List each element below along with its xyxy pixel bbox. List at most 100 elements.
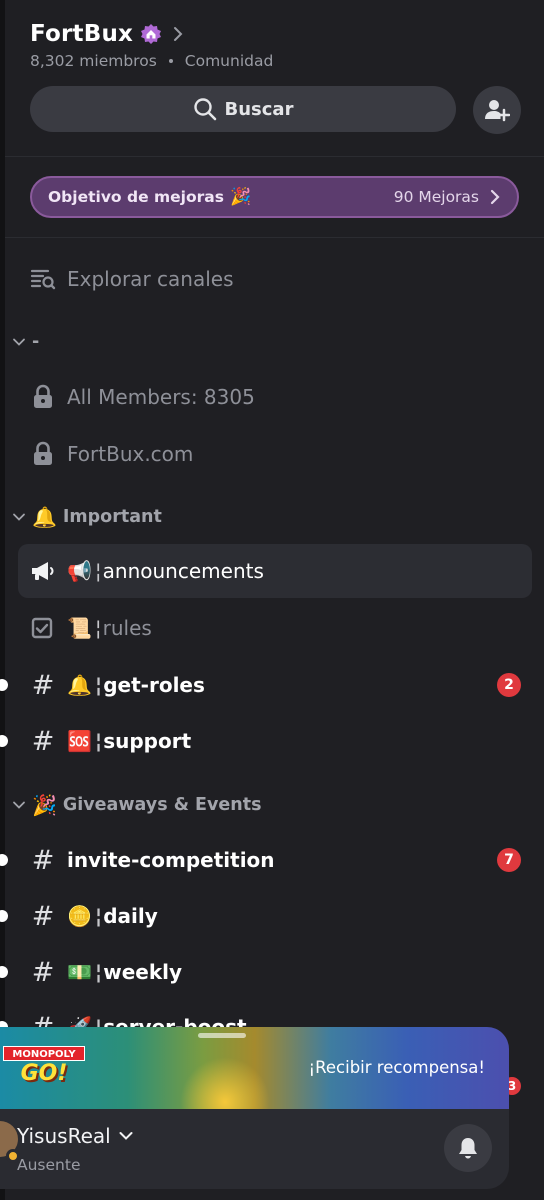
channel-weekly[interactable]: # 💵 ¦weekly <box>0 948 544 996</box>
channel-name: All Members: 8305 <box>67 385 255 409</box>
channel-support[interactable]: # 🆘 ¦support <box>0 717 544 765</box>
loudspeaker-emoji-icon: 📢 <box>67 559 92 583</box>
boost-goal-label: Objetivo de mejoras <box>48 188 224 206</box>
chevron-down-icon <box>13 338 25 346</box>
channel-separator: ¦ <box>94 960 103 984</box>
meta-separator-dot <box>168 59 173 63</box>
notifications-button[interactable] <box>444 1124 492 1172</box>
bell-emoji-icon: 🔔 <box>67 673 92 697</box>
server-type: Comunidad <box>184 52 274 70</box>
channel-name: 🚀 ¦server-boost <box>67 1015 247 1027</box>
unread-indicator <box>0 735 8 747</box>
server-header[interactable]: FortBux 8,302 miembros Comunidad <box>30 18 524 70</box>
category-important[interactable]: 🔔 Important <box>12 503 162 531</box>
channel-separator: ¦ <box>94 729 103 753</box>
user-panel: YisusReal Ausente <box>0 1109 509 1189</box>
channel-name: 📜 ¦rules <box>67 616 152 640</box>
channel-name: 💵 ¦weekly <box>67 960 182 984</box>
category-dash[interactable]: - <box>12 328 39 356</box>
channel-server-boost-clip: # 🚀¦server-boost <box>0 1013 544 1027</box>
ad-cta-label[interactable]: ¡Recibir recompensa! <box>309 1058 485 1077</box>
hashtag-icon: # <box>31 669 55 701</box>
drag-handle[interactable] <box>198 1033 246 1038</box>
lock-icon <box>30 441 56 467</box>
boost-badge-icon <box>141 24 162 44</box>
chevron-right-icon <box>174 27 183 41</box>
invite-members-button[interactable] <box>473 86 521 134</box>
channel-label: daily <box>103 904 158 928</box>
channel-separator: ¦ <box>94 616 102 640</box>
channel-get-roles[interactable]: # 🔔 ¦get-roles 2 <box>0 661 544 709</box>
unread-indicator <box>0 679 8 691</box>
channel-label: weekly <box>103 960 183 984</box>
member-count: 8,302 miembros <box>30 52 157 70</box>
hashtag-icon: # <box>30 1014 56 1028</box>
coin-emoji-icon: 🪙 <box>67 904 92 928</box>
unread-indicator <box>0 910 8 922</box>
category-label: Important <box>62 507 162 527</box>
channel-name: 🔔 ¦get-roles <box>67 673 205 697</box>
server-name[interactable]: FortBux <box>30 21 133 47</box>
channel-separator: ¦ <box>94 904 103 928</box>
channel-name: 🪙 ¦daily <box>67 904 158 928</box>
category-giveaways[interactable]: 🎉 Giveaways & Events <box>12 791 262 819</box>
channel-daily[interactable]: # 🪙 ¦daily <box>0 892 544 940</box>
channel-label: invite-competition <box>67 848 275 872</box>
browse-channels-row[interactable]: Explorar canales <box>0 255 544 303</box>
ad-banner[interactable]: MONOPOLY GO! ¡Recibir recompensa! <box>0 1027 509 1111</box>
channel-label: support <box>103 729 192 753</box>
channel-invite-competition[interactable]: # invite-competition 7 <box>0 836 544 884</box>
channel-label: rules <box>102 616 152 640</box>
channel-label: announcements <box>102 559 264 583</box>
logo-bottom-text: GO! <box>20 1061 68 1086</box>
monopoly-go-logo: MONOPOLY GO! <box>3 1046 85 1088</box>
boost-count: 90 Mejoras <box>393 188 479 206</box>
channel-label: get-roles <box>103 673 205 697</box>
channel-separator: ¦ <box>94 673 103 697</box>
party-popper-icon: 🎉 <box>229 187 252 207</box>
channel-rules[interactable]: 📜 ¦rules <box>0 604 544 652</box>
boost-goal-bar[interactable]: Objetivo de mejoras 🎉 90 Mejoras <box>30 176 519 218</box>
boost-divider <box>5 237 544 238</box>
bell-emoji-icon: 🔔 <box>32 505 57 529</box>
hashtag-icon: # <box>31 725 55 757</box>
category-label: Giveaways & Events <box>62 795 262 815</box>
browse-channels-label: Explorar canales <box>67 267 234 291</box>
rocket-emoji-icon: 🚀 <box>67 1015 92 1027</box>
mention-badge: 7 <box>497 848 521 872</box>
money-emoji-icon: 💵 <box>67 960 92 984</box>
scroll-emoji-icon: 📜 <box>67 616 92 640</box>
party-popper-icon: 🎉 <box>32 793 57 817</box>
channel-name: 🆘 ¦support <box>67 729 191 753</box>
channel-announcements[interactable]: 📢 ¦announcements <box>18 544 532 598</box>
user-status: Ausente <box>17 1156 81 1174</box>
chevron-down-icon <box>13 513 25 521</box>
channel-all-members[interactable]: All Members: 8305 <box>0 373 544 421</box>
chevron-right-icon <box>490 189 500 205</box>
add-user-icon <box>485 100 510 122</box>
ad-glow <box>180 1057 270 1111</box>
username-button[interactable]: YisusReal <box>17 1124 133 1148</box>
hashtag-icon: # <box>31 844 55 876</box>
search-button[interactable]: Buscar <box>30 86 456 132</box>
channel-name: FortBux.com <box>67 442 194 466</box>
browse-channels-icon <box>30 266 56 292</box>
channel-server-boost[interactable]: # 🚀¦server-boost <box>0 1013 544 1027</box>
channel-fortbux-com[interactable]: FortBux.com <box>0 430 544 478</box>
hashtag-icon: # <box>31 900 55 932</box>
channel-separator: ¦ <box>94 559 102 583</box>
username: YisusReal <box>17 1124 111 1148</box>
rules-channel-icon <box>30 615 56 641</box>
chevron-down-icon <box>13 801 25 809</box>
lock-icon <box>30 384 56 410</box>
channel-name: 📢 ¦announcements <box>67 559 264 583</box>
bell-icon <box>459 1138 477 1159</box>
sos-emoji-icon: 🆘 <box>67 729 92 753</box>
logo-top-text: MONOPOLY <box>3 1046 85 1061</box>
megaphone-icon <box>30 558 56 584</box>
search-label: Buscar <box>224 98 294 120</box>
unread-indicator <box>0 854 8 866</box>
unread-indicator <box>0 966 8 978</box>
chevron-down-icon <box>119 1132 133 1140</box>
channel-label: server-boost <box>103 1015 247 1027</box>
